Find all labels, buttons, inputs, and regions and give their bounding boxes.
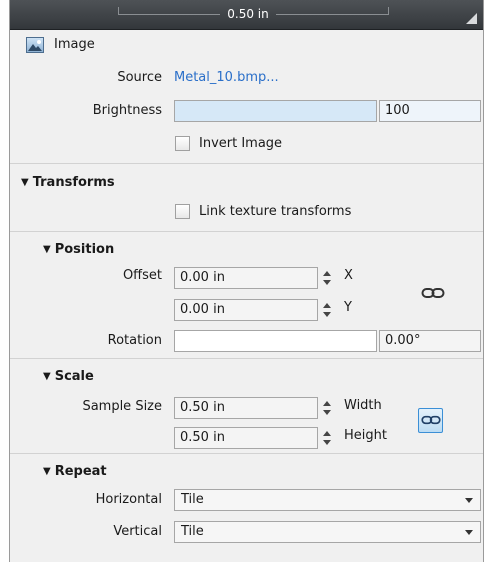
divider	[10, 163, 483, 164]
horizontal-label: Horizontal	[95, 492, 162, 507]
rotation-value-field[interactable]: 0.00°	[379, 330, 481, 352]
link-texture-transforms-label: Link texture transforms	[199, 204, 352, 219]
repeat-title: Repeat	[54, 464, 107, 479]
scale-header[interactable]: ▼ Scale	[43, 367, 94, 388]
image-section-title: Image	[54, 37, 95, 52]
offset-x-stepper[interactable]	[320, 267, 334, 289]
x-axis-label: X	[344, 268, 353, 283]
transforms-header[interactable]: ▼ Transforms	[21, 173, 115, 194]
rotation-slider[interactable]	[174, 330, 377, 352]
transforms-title: Transforms	[32, 175, 115, 190]
width-label: Width	[344, 398, 382, 413]
position-header[interactable]: ▼ Position	[43, 240, 114, 261]
divider	[10, 358, 483, 359]
properties-panel: 0.50 in Image Source Metal_10.bmp... Bri…	[9, 0, 484, 562]
sample-height-field[interactable]: 0.50 in	[174, 427, 318, 449]
invert-image-checkbox[interactable]	[175, 136, 190, 151]
ruler-tick	[388, 7, 389, 15]
ruler-line-left	[118, 14, 220, 15]
rotation-label: Rotation	[107, 333, 162, 348]
sample-width-field[interactable]: 0.50 in	[174, 397, 318, 419]
position-title: Position	[54, 242, 115, 257]
link-texture-transforms-checkbox[interactable]	[175, 204, 190, 219]
divider	[10, 231, 483, 232]
sample-width-stepper[interactable]	[320, 397, 334, 419]
vertical-repeat-select[interactable]: Tile	[174, 521, 481, 543]
offset-label: Offset	[122, 268, 162, 283]
horizontal-repeat-select[interactable]: Tile	[174, 489, 481, 511]
source-link[interactable]: Metal_10.bmp...	[174, 68, 279, 88]
divider	[10, 453, 483, 454]
chain-link-icon[interactable]	[421, 286, 445, 300]
offset-y-field[interactable]: 0.00 in	[174, 299, 318, 321]
brightness-label: Brightness	[92, 103, 162, 118]
chain-link-icon	[421, 415, 441, 425]
panel-header-ruler: 0.50 in	[10, 0, 483, 30]
ruler-line-right	[276, 14, 388, 15]
offset-x-field[interactable]: 0.00 in	[174, 267, 318, 289]
scale-title: Scale	[54, 369, 94, 384]
image-icon	[26, 37, 44, 53]
ruler-value: 0.50 in	[227, 7, 269, 21]
repeat-header[interactable]: ▼ Repeat	[43, 462, 107, 483]
brightness-slider[interactable]	[174, 100, 377, 122]
height-label: Height	[344, 428, 387, 443]
source-label: Source	[117, 70, 162, 85]
collapse-triangle-icon: ▼	[43, 466, 51, 477]
sample-height-stepper[interactable]	[320, 427, 334, 449]
sample-size-label: Sample Size	[82, 399, 162, 414]
chevron-down-icon	[465, 530, 473, 535]
horizontal-repeat-value: Tile	[181, 492, 204, 507]
offset-y-stepper[interactable]	[320, 299, 334, 321]
brightness-value-field[interactable]: 100	[379, 100, 481, 122]
collapse-triangle-icon: ▼	[21, 177, 29, 188]
y-axis-label: Y	[344, 300, 352, 315]
invert-image-label: Invert Image	[199, 136, 283, 151]
vertical-repeat-value: Tile	[181, 524, 204, 539]
collapse-triangle-icon: ▼	[43, 371, 51, 382]
vertical-label: Vertical	[113, 524, 162, 539]
collapse-triangle-icon: ▼	[43, 244, 51, 255]
chevron-down-icon	[465, 498, 473, 503]
link-scale-button[interactable]	[418, 408, 443, 433]
resize-grip-icon[interactable]	[466, 13, 477, 24]
